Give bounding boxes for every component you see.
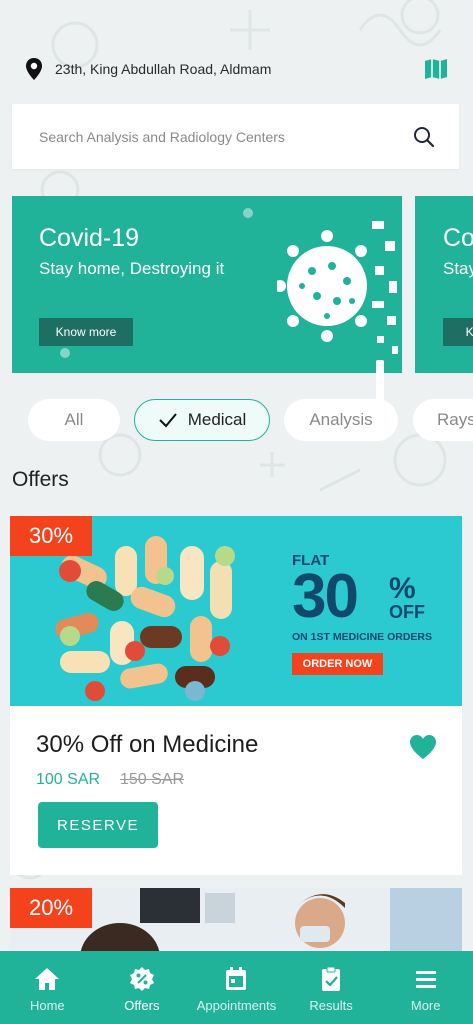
chip-label: Analysis <box>309 410 373 429</box>
banner-next[interactable]: Co Stay Kn <box>415 196 473 373</box>
location-bar[interactable]: 23th, King Abdullah Road, Aldmam <box>24 56 454 82</box>
nav-offers[interactable]: Offers <box>95 951 190 1024</box>
nav-label: Results <box>309 998 353 1013</box>
discount-badge: 30% <box>10 516 92 556</box>
nav-label: Appointments <box>196 998 277 1013</box>
check-icon <box>158 413 177 428</box>
home-icon <box>35 968 60 990</box>
category-medical[interactable]: Medical <box>134 399 270 441</box>
clipboard-icon <box>322 966 341 991</box>
banner-title: Co <box>443 224 473 252</box>
decor-dot <box>243 208 253 218</box>
offer-name: 30% Off on Medicine <box>36 731 259 758</box>
promo-percent: % <box>389 572 416 605</box>
calendar-icon <box>226 967 247 990</box>
search-icon[interactable] <box>413 126 435 148</box>
category-all[interactable]: All <box>28 399 120 441</box>
order-now-button[interactable]: ORDER NOW <box>292 653 383 675</box>
nav-label: Offers <box>124 998 160 1013</box>
offers-heading: Offers <box>12 468 69 491</box>
discount-badge: 20% <box>10 888 92 928</box>
location-address: 23th, King Abdullah Road, Aldmam <box>55 61 272 77</box>
reserve-button[interactable]: RESERVE <box>38 802 158 848</box>
banner-title: Covid-19 <box>39 224 140 252</box>
nav-label: More <box>410 998 441 1013</box>
decor-dot <box>60 348 70 358</box>
virus-illustration <box>277 221 398 354</box>
menu-icon <box>415 971 436 988</box>
promo-text: FLAT 30 % OFF ON 1ST MEDICINE ORDERS ORD… <box>292 552 432 675</box>
chip-label: All <box>64 410 84 429</box>
covid-banner[interactable]: Covid-19 Stay home, Destroying it Know m… <box>12 196 402 373</box>
offers-icon <box>129 967 154 991</box>
banner-subtitle: Stay home, Destroying it <box>39 259 225 278</box>
nav-home[interactable]: Home <box>0 951 95 1024</box>
nav-results[interactable]: Results <box>284 951 379 1024</box>
category-rays[interactable]: Rays <box>413 399 473 441</box>
offer-card[interactable]: 20% <box>10 888 462 958</box>
category-analysis[interactable]: Analysis <box>284 399 398 441</box>
map-icon[interactable] <box>424 58 448 80</box>
chip-label: Rays <box>437 410 473 429</box>
search-bar[interactable]: Search Analysis and Radiology Centers <box>12 104 459 169</box>
offer-old-price: 150 SAR <box>120 771 185 788</box>
know-more-button[interactable]: Kn <box>443 318 473 346</box>
nav-appointments[interactable]: Appointments <box>189 951 284 1024</box>
banner-subtitle: Stay <box>443 259 473 278</box>
promo-off: OFF <box>389 602 425 622</box>
heart-icon[interactable] <box>409 734 437 760</box>
nav-more[interactable]: More <box>378 951 473 1024</box>
search-input[interactable]: Search Analysis and Radiology Centers <box>39 129 413 145</box>
offer-price: 100 SAR <box>36 771 101 788</box>
offer-card[interactable]: FLAT 30 % OFF ON 1ST MEDICINE ORDERS ORD… <box>10 516 462 875</box>
promo-line: ON 1ST MEDICINE ORDERS <box>292 631 433 643</box>
location-pin-icon <box>26 58 42 80</box>
know-more-button[interactable]: Know more <box>39 318 133 346</box>
nav-label: Home <box>29 998 65 1013</box>
bottom-navigation: Home Offers Appointments Results More <box>0 951 473 1024</box>
chip-label: Medical <box>187 410 247 429</box>
